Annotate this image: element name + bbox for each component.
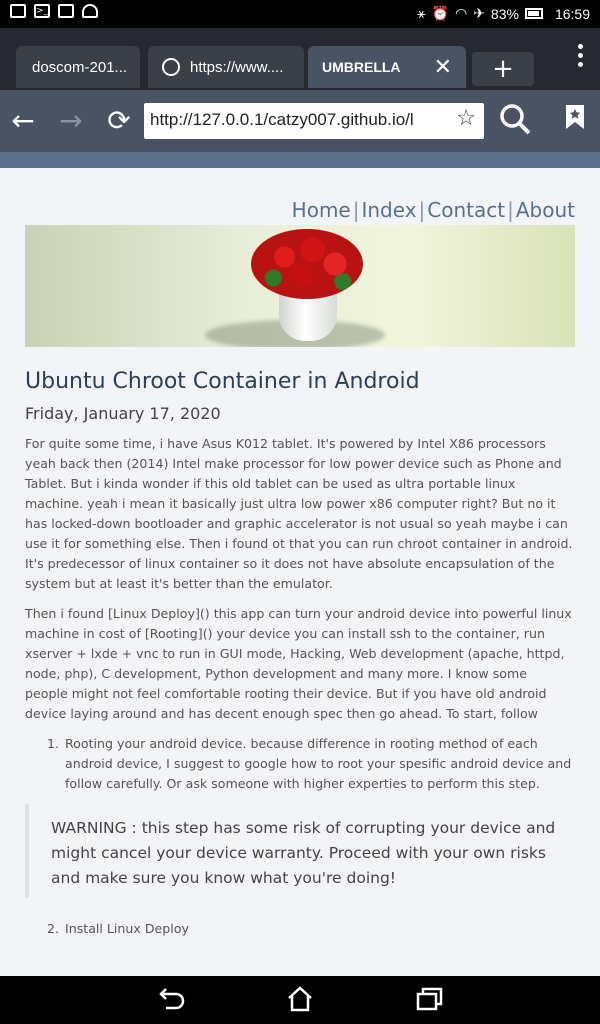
bookmarks-icon[interactable] [556,102,594,140]
message-icon [58,4,74,18]
tab-label: doscom-201... [32,58,128,76]
gallery-icon [10,4,26,18]
list-item: 2. Install Linux Deploy [47,919,575,939]
battery-icon [524,8,543,19]
nav-separator: | [352,198,360,222]
post-paragraph-2: Then i found [Linux Deploy]() this app c… [25,606,572,721]
list-number: 1. [47,736,60,751]
search-icon[interactable] [496,102,534,140]
nav-home-link[interactable]: Home [292,198,351,222]
recent-apps-icon[interactable] [414,986,444,1014]
status-notification-icons: >_ [10,4,98,18]
nav-separator: | [507,198,514,222]
web-page: Home | Index | Contact | About Ubuntu Ch… [0,168,600,976]
nav-index-link[interactable]: Index [361,198,416,222]
list-item: 1. Rooting your android device. because … [47,734,575,794]
back-arrow-icon[interactable]: ← [4,102,42,140]
list-number: 2. [47,921,60,936]
address-bar[interactable]: ☆ [144,103,484,139]
system-nav-bar [0,976,600,1024]
post-title: Ubuntu Chroot Container in Android [25,369,420,394]
alarm-icon: ⏰ [431,5,449,21]
browser-toolbar: ← → ⟳ ☆ [0,90,600,152]
tab-strip: doscom-201... https://www.... UMBRELLA ✕… [0,28,600,90]
back-nav-icon[interactable] [157,986,187,1014]
tab-https[interactable]: https://www.... [148,46,304,88]
clock: 16:59 [554,5,590,22]
bookmark-star-icon[interactable]: ☆ [456,106,476,131]
overflow-menu-icon[interactable] [578,44,584,67]
nav-about-link[interactable]: About [516,198,575,222]
new-tab-button[interactable]: + [472,52,534,86]
wifi-icon: ◠ [454,5,468,21]
battery-percent: 83% [490,5,519,22]
close-tab-icon[interactable]: ✕ [434,54,452,80]
status-right: ⚹ ⏰ ◠ ✈ 83% 16:59 [417,5,590,22]
forward-arrow-icon[interactable]: → [52,102,90,140]
tab-label: https://www.... [190,58,284,76]
warning-blockquote: WARNING : this step has some risk of cor… [25,804,573,898]
linux-penguin-icon [82,4,98,18]
url-input[interactable] [144,103,446,137]
nav-separator: | [418,198,426,222]
site-nav: Home | Index | Contact | About [292,198,575,222]
page-top-band [0,152,600,168]
tab-umbrella[interactable]: UMBRELLA ✕ [308,46,466,88]
list-item-text: Install Linux Deploy [65,921,189,936]
status-bar: >_ ⚹ ⏰ ◠ ✈ 83% 16:59 [0,0,600,28]
reload-icon[interactable]: ⟳ [100,102,138,140]
post-date: Friday, January 17, 2020 [25,404,221,423]
home-nav-icon[interactable] [285,986,315,1014]
globe-icon [162,58,180,76]
header-banner-image [25,225,575,347]
terminal-icon: >_ [34,4,50,18]
airplane-icon: ✈ [473,5,485,21]
red-flowers [251,229,363,299]
nav-contact-link[interactable]: Contact [427,198,505,222]
warning-text: WARNING : this step has some risk of cor… [51,819,556,887]
post-paragraph-1: For quite some time, i have Asus K012 ta… [25,436,573,591]
list-item-text: Rooting your android device. because dif… [65,736,572,791]
tab-label: UMBRELLA [322,59,401,75]
tab-doscom[interactable]: doscom-201... [16,46,140,88]
bluetooth-icon: ⚹ [417,5,426,21]
